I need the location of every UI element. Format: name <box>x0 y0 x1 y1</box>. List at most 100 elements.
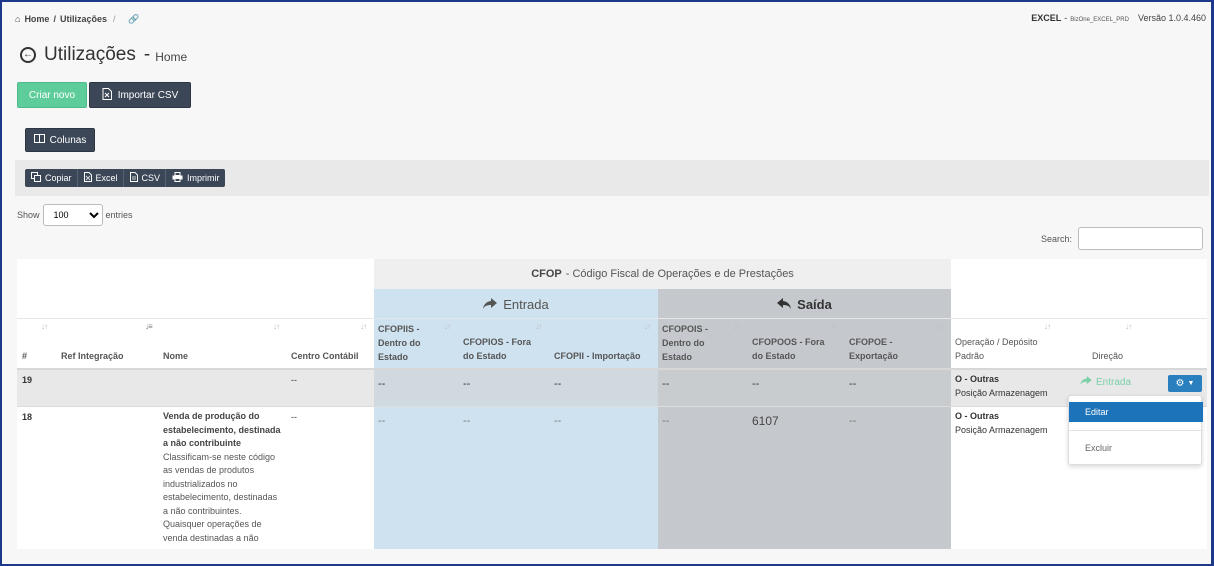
gear-icon: ⚙ <box>1175 378 1185 389</box>
share-arrow-icon <box>483 297 498 312</box>
breadcrumb: ⌂ Home / Utilizações / <box>15 14 116 24</box>
cfop-title-bold: CFOP <box>531 268 562 280</box>
sort-icon[interactable]: ↓↑ <box>360 322 367 331</box>
search-input[interactable] <box>1078 227 1203 250</box>
copy-button[interactable]: Copiar <box>25 169 78 187</box>
row-deposito: Posição Armazenagem <box>955 425 1048 435</box>
breadcrumb-trailing-separator: / <box>113 14 116 24</box>
row-operacao: O - Outras <box>955 411 1000 421</box>
reply-arrow-icon <box>777 297 792 312</box>
header-ref-integracao[interactable]: Ref Integração <box>61 349 124 363</box>
file-excel-icon <box>102 87 112 103</box>
row-cfopiis: -- <box>378 378 386 390</box>
row-actions-button[interactable]: ⚙ ▼ <box>1168 375 1202 392</box>
create-new-button[interactable]: Criar novo <box>17 82 87 108</box>
row-centro: -- <box>291 412 297 422</box>
share-arrow-icon <box>1080 376 1092 388</box>
sort-icon[interactable]: ↓↑ <box>937 322 944 331</box>
sort-asc-icon[interactable]: ↓≡ <box>145 322 153 331</box>
row-divider <box>17 406 1207 407</box>
import-csv-button[interactable]: Importar CSV <box>89 82 191 108</box>
menu-divider <box>1069 430 1203 431</box>
row-actions-menu: Editar Excluir <box>1068 395 1203 465</box>
page-subtitle: Home <box>155 50 188 64</box>
import-csv-label: Importar CSV <box>117 89 179 101</box>
row-saida-shade <box>658 370 951 406</box>
csv-label: CSV <box>141 173 161 183</box>
page-length-control: Show 100 entries <box>17 204 133 226</box>
cfop-group-header: CFOP - Código Fiscal de Operações e de P… <box>374 259 951 289</box>
row-cfopoe: -- <box>849 378 857 390</box>
header-cfopoos[interactable]: CFOPOOS - Fora do Estado <box>752 335 830 363</box>
breadcrumb-separator: / <box>53 14 56 24</box>
sort-icon[interactable]: ↓↑ <box>644 322 651 331</box>
top-bar: ⌂ Home / Utilizações / 🔗 EXCEL - BizOne_… <box>2 2 1211 36</box>
header-operacao-deposito[interactable]: Operação / Depósito Padrão <box>955 335 1055 363</box>
row-cfopii: -- <box>554 378 562 390</box>
app-environment: BizOne_EXCEL_PRD <box>1070 17 1129 23</box>
copy-icon <box>31 172 41 184</box>
menu-item-edit-label: Editar <box>1085 407 1109 417</box>
page-title-text: Utilizações <box>44 44 136 65</box>
page-title: ← Utilizações - Home <box>20 44 187 66</box>
row-operacao: O - Outras <box>955 374 1000 384</box>
row-cfopoos: 6107 <box>752 414 779 428</box>
header-cfopii[interactable]: CFOPII - Importação <box>554 349 641 363</box>
saida-group-header: Saída <box>658 289 951 319</box>
row-nome-description: Classificam-se neste código as vendas de… <box>163 451 278 543</box>
file-csv-icon <box>129 172 138 184</box>
columns-button[interactable]: Colunas <box>25 128 95 152</box>
app-info: EXCEL - BizOne_EXCEL_PRD Versão 1.0.4.46… <box>1031 13 1206 23</box>
header-direcao[interactable]: Direção <box>1092 349 1123 363</box>
row-cfopois: -- <box>662 415 670 427</box>
data-table: CFOP - Código Fiscal de Operações e de P… <box>17 259 1207 549</box>
app-name: EXCEL <box>1031 13 1062 23</box>
sort-icon[interactable]: ↓↑ <box>273 322 280 331</box>
back-arrow-icon[interactable]: ← <box>20 47 36 63</box>
sort-icon[interactable]: ↓↑ <box>1044 322 1051 331</box>
show-label: Show <box>17 210 40 220</box>
row-cfopoe: -- <box>849 415 857 427</box>
menu-item-delete[interactable]: Excluir <box>1069 438 1203 458</box>
csv-button[interactable]: CSV <box>124 169 167 187</box>
excel-label: Excel <box>95 173 118 183</box>
print-button[interactable]: Imprimir <box>166 169 225 187</box>
row-cfopiis: -- <box>378 415 386 427</box>
sort-icon[interactable]: ↓↑ <box>733 322 740 331</box>
row-nome: Venda de produção do estabelecimento, de… <box>163 410 283 545</box>
row-centro: -- <box>291 375 297 385</box>
header-cfopiis[interactable]: CFOPIIS - Dentro do Estado <box>378 322 444 364</box>
app-dash: - <box>1064 13 1068 23</box>
sort-icon[interactable]: ↓↑ <box>444 322 451 331</box>
home-icon[interactable]: ⌂ <box>15 14 20 24</box>
excel-button[interactable]: Excel <box>78 169 124 187</box>
export-button-group: Copiar Excel CSV Imprimir <box>25 169 225 187</box>
app-frame: ⌂ Home / Utilizações / 🔗 EXCEL - BizOne_… <box>0 0 1214 566</box>
sort-icon[interactable]: ↓↑ <box>830 322 837 331</box>
sort-icon[interactable]: ↓↑ <box>535 322 542 331</box>
header-cfopios[interactable]: CFOPIOS - Fora do Estado <box>463 335 541 363</box>
columns-icon <box>33 134 45 146</box>
header-num[interactable]: # <box>22 349 27 363</box>
menu-item-edit[interactable]: Editar <box>1069 402 1203 422</box>
header-nome[interactable]: Nome <box>163 349 188 363</box>
header-cfopois[interactable]: CFOPOIS - Dentro do Estado <box>662 322 728 364</box>
row-cfopoos: -- <box>752 378 760 390</box>
page-length-select[interactable]: 100 <box>42 204 103 226</box>
header-cfopoe[interactable]: CFOPOE - Exportação <box>849 335 919 363</box>
header-centro-contabil[interactable]: Centro Contábil <box>291 349 359 363</box>
sort-icon[interactable]: ↓↑ <box>41 322 48 331</box>
columns-panel <box>15 120 1209 158</box>
cfop-title-rest: - Código Fiscal de Operações e de Presta… <box>565 268 794 280</box>
page-title-dash: - <box>143 44 151 65</box>
saida-label: Saída <box>797 296 832 312</box>
row-num: 19 <box>22 375 33 385</box>
link-icon[interactable]: 🔗 <box>128 14 139 25</box>
breadcrumb-home[interactable]: Home <box>24 14 49 24</box>
print-label: Imprimir <box>187 173 220 183</box>
app-version: Versão 1.0.4.460 <box>1137 13 1206 23</box>
row-entrada-shade <box>374 370 658 406</box>
sort-icon[interactable]: ↓↑ <box>1125 322 1132 331</box>
entrada-label: Entrada <box>503 296 549 312</box>
search-control: Search: <box>1041 227 1203 250</box>
